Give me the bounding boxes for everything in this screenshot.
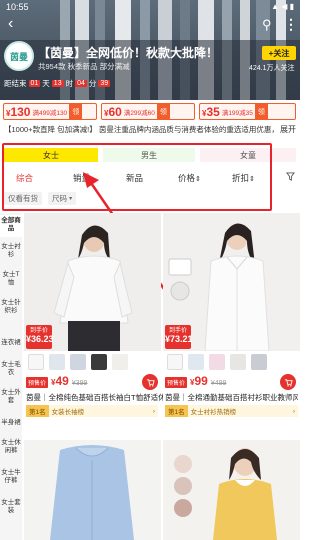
countdown-hours: 13 (51, 80, 64, 87)
product-card[interactable] (24, 440, 161, 540)
sidebar-item-coats[interactable]: 女士外套 (0, 389, 22, 405)
countdown-seconds: 39 (98, 80, 111, 87)
coupon-condition: 满299减60 (123, 109, 155, 117)
swatch-pink[interactable] (209, 354, 225, 370)
rank-badge[interactable]: 第1名 女装长袖榜 › (26, 405, 158, 417)
color-swatches (28, 354, 128, 370)
final-price-tag: 到手价 ¥73.21 (165, 325, 193, 349)
swatch-white[interactable] (28, 354, 44, 370)
sidebar-item-skirts[interactable]: 半身裙 (0, 419, 22, 427)
swatch-stripe[interactable] (251, 354, 267, 370)
original-price: ¥499 (210, 380, 227, 387)
fans-count: 424.1万人关注 (249, 65, 295, 72)
notice-expand-button[interactable]: 展开 (276, 122, 296, 138)
sidebar-item-knitwear[interactable]: 女士针织衫 (0, 299, 22, 315)
coupon-35[interactable]: ¥35 满199减35 领 (199, 103, 296, 120)
yellow-cardigan-image (163, 440, 300, 540)
sidebar-item-sweaters[interactable]: 女士毛衣 (0, 361, 22, 377)
status-icons: ▲ ◀ ▮ (271, 2, 294, 11)
swatch-light-blue[interactable] (49, 354, 65, 370)
filter-icon[interactable] (286, 172, 295, 183)
countdown-label: 距结束 (4, 79, 27, 88)
shop-subtitle: 共954款 秋季新品 部分满减 (38, 62, 130, 71)
product-card[interactable]: 到手价 ¥36.23 预售价 ¥49 ¥399 茵曼｜全棉纯色基础百搭长袖白T恤舒… (24, 213, 163, 423)
product-title[interactable]: 茵曼｜全棉纯色基础百搭长袖白T恤舒适休闲 (26, 392, 163, 403)
product-image[interactable]: 到手价 ¥36.23 (24, 213, 161, 351)
swatch-light-blue[interactable] (188, 354, 204, 370)
coupon-row: ¥130 满499减130 领 ¥60 满299减60 领 ¥35 满199减3… (0, 100, 300, 121)
product-image[interactable] (163, 440, 300, 540)
sidebar-item-jeans[interactable]: 女士牛仔裤 (0, 469, 22, 485)
final-price-tag: 到手价 ¥36.23 (26, 325, 54, 349)
countdown-hours-unit: 时 (65, 79, 74, 88)
swatch-cream[interactable] (112, 354, 128, 370)
coupon-130[interactable]: ¥130 满499减130 领 (3, 103, 97, 120)
coupon-amount: ¥60 (104, 104, 122, 119)
swatch-black[interactable] (91, 354, 107, 370)
product-title[interactable]: 茵曼｜全棉通勤基础百搭衬衫职业教师风 (165, 392, 298, 403)
sidebar-item-all[interactable]: 全部商品 (0, 215, 22, 237)
countdown-minutes: 04 (75, 80, 87, 87)
sidebar-item-suits[interactable]: 女士套装 (0, 499, 22, 515)
coupon-get-button[interactable]: 领 (156, 104, 170, 119)
search-icon[interactable]: ⚲ (262, 17, 272, 33)
product-card[interactable] (163, 440, 300, 540)
coupon-condition: 满199减35 (221, 109, 253, 117)
sidebar-item-tshirts[interactable]: 女士T恤 (0, 271, 22, 287)
product-image[interactable]: 到手价 ¥73.21 (163, 213, 300, 351)
price-value: ¥49 (51, 374, 69, 388)
sidebar-item-casual-pants[interactable]: 女士休闲裤 (0, 439, 22, 455)
coupon-amount: ¥130 (6, 104, 31, 119)
coupon-get-button[interactable]: 领 (254, 104, 268, 119)
rank-text: 女装长袖榜 (51, 409, 85, 416)
sidebar-item-dresses[interactable]: 连衣裙 (0, 339, 22, 347)
presale-badge: 预售价 (26, 377, 49, 388)
notice-text: 【1000+款直降 包加满减!】 茵曼注重品牌内涵品质与消费者体验的重选适用优惠… (4, 125, 294, 134)
product-card[interactable]: 到手价 ¥73.21 预售价 ¥99 ¥499 茵曼｜全棉通勤基础百搭衬衫职业教师… (163, 213, 300, 423)
product-image[interactable] (24, 440, 161, 540)
chevron-right-icon: › (292, 407, 295, 415)
category-sidebar: 全部商品 女士衬衫 女士T恤 女士针织衫 连衣裙 女士毛衣 女士外套 半身裙 女… (0, 213, 22, 540)
countdown-days-unit: 天 (42, 79, 50, 88)
rank-number: 第1名 (165, 405, 188, 417)
cart-icon[interactable] (142, 374, 158, 390)
more-icon[interactable]: ⋮ (284, 16, 298, 33)
shop-notice: 【1000+款直降 包加满减!】 茵曼注重品牌内涵品质与消费者体验的重选适用优惠… (0, 122, 300, 138)
shop-name: 【茵曼】全网低价！秋款大批降！ (38, 46, 219, 60)
sidebar-item-shirts[interactable]: 女士衬衫 (0, 243, 22, 259)
back-icon[interactable]: ‹ (8, 16, 13, 32)
status-bar: 10:55 ▲ ◀ ▮ (0, 0, 300, 14)
swatch-white[interactable] (167, 354, 183, 370)
blue-shirt-image (24, 440, 161, 540)
chevron-right-icon: › (152, 407, 155, 415)
countdown-minutes-unit: 分 (88, 79, 97, 88)
top-nav: ‹ ⚲ ⋮ (0, 14, 300, 34)
color-swatches (167, 354, 267, 370)
swatch-blue[interactable] (70, 354, 86, 370)
rank-text: 女士衬衫热销榜 (190, 409, 237, 416)
price-value: ¥99 (190, 374, 208, 388)
swatch-grey[interactable] (230, 354, 246, 370)
price-line: 预售价 ¥49 ¥399 (26, 374, 87, 388)
rank-number: 第1名 (26, 405, 49, 417)
coupon-condition: 满499减130 (32, 109, 68, 117)
coupon-get-button[interactable]: 领 (69, 104, 83, 119)
rank-badge[interactable]: 第1名 女士衬衫热销榜 › (165, 405, 298, 417)
cart-icon[interactable] (280, 374, 296, 390)
follow-button[interactable]: +关注 (262, 46, 296, 60)
coupon-amount: ¥35 (202, 104, 220, 119)
status-time: 10:55 (6, 2, 29, 12)
presale-badge: 预售价 (165, 377, 188, 388)
countdown: 距结束 01 天 13 时 04 分 39 (4, 78, 111, 89)
countdown-days: 01 (28, 80, 41, 87)
shop-logo[interactable]: 茵曼 (4, 41, 34, 71)
coupon-60[interactable]: ¥60 满299减60 领 (101, 103, 195, 120)
original-price: ¥399 (71, 380, 88, 387)
price-line: 预售价 ¥99 ¥499 (165, 374, 226, 388)
